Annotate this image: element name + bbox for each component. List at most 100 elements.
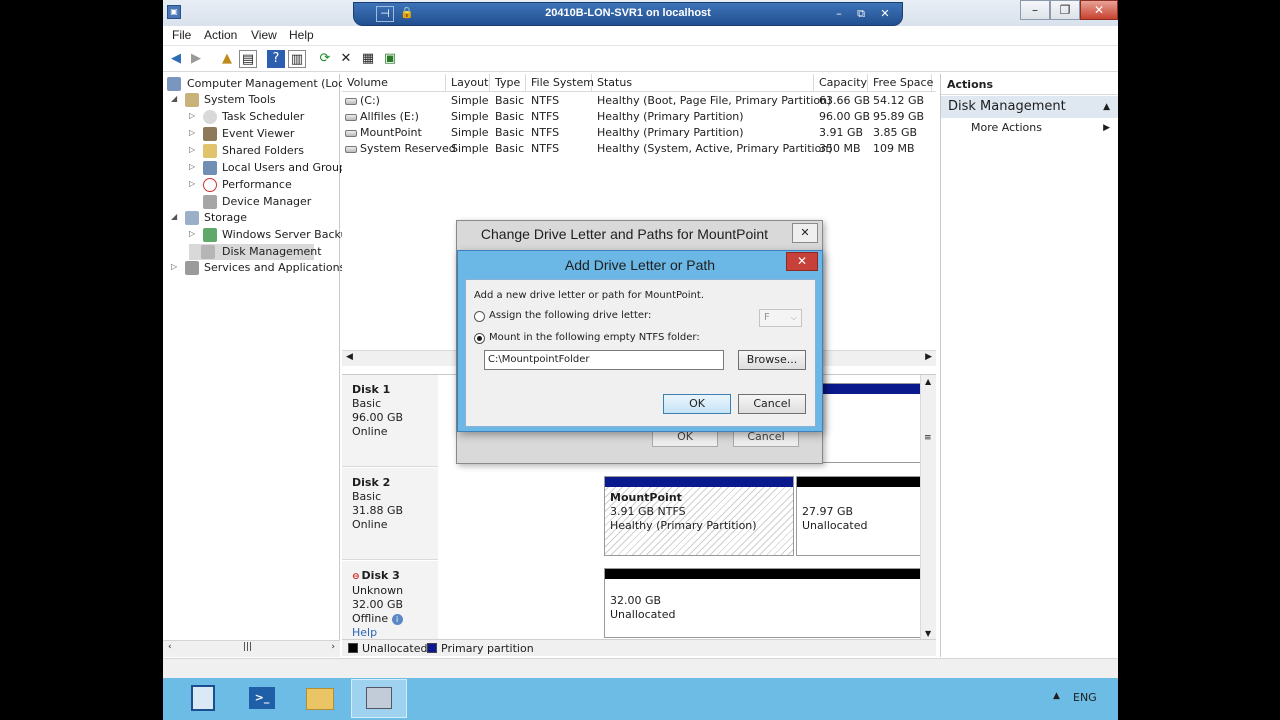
column-volume[interactable]: Volume [342,74,446,92]
drive-icon [345,129,357,137]
expand-icon[interactable]: ▷ [189,128,195,137]
table-row[interactable]: MountPoint Simple Basic NTFS Healthy (Pr… [342,125,936,141]
computer-management-button[interactable] [351,679,407,718]
scroll-right-icon[interactable]: ▶ [925,352,932,362]
expand-icon[interactable]: ▷ [189,229,195,238]
properties-icon[interactable]: ▦ [359,50,377,68]
cancel-button[interactable]: Cancel [738,394,806,414]
assign-letter-label[interactable]: Assign the following drive letter: [489,310,651,321]
mount-folder-label[interactable]: Mount in the following empty NTFS folder… [489,332,700,343]
column-layout[interactable]: Layout [446,74,490,92]
actions-section-disk-management[interactable]: Disk Management ▲ [941,96,1118,118]
language-indicator[interactable]: ENG [1073,691,1097,704]
table-row[interactable]: System Reserved Simple Basic NTFS Health… [342,141,936,157]
dialog-close-button[interactable]: ✕ [792,223,818,243]
tray-expand-icon[interactable]: ▲ [1053,691,1060,701]
show-hide-action-icon[interactable]: ▥ [288,50,306,68]
rescan-icon[interactable]: ▣ [381,50,399,68]
chevron-down-icon: ⌵ [790,313,797,322]
toolbar: ◀ ▶ ▲ ▤ ? ▥ ⟳ ✕ ▦ ▣ [163,46,1118,72]
file-explorer-button[interactable] [293,679,349,718]
expand-icon[interactable]: ▷ [171,262,177,271]
browse-button[interactable]: Browse... [738,350,806,370]
scroll-up-icon[interactable]: ▲ [925,377,931,386]
dialog-prompt: Add a new drive letter or path for Mount… [474,290,704,301]
column-file-system[interactable]: File System [526,74,594,92]
column-free-space[interactable]: Free Space [868,74,933,92]
maximize-button[interactable]: ❐ [1050,0,1080,20]
more-actions[interactable]: More Actions ▶ [941,118,1118,138]
column-capacity[interactable]: Capacity [814,74,868,92]
column-status[interactable]: Status [592,74,814,92]
disk-management-icon [201,245,215,259]
minimize-button[interactable]: – [1020,0,1050,20]
powershell-button[interactable]: >_ [235,679,291,718]
scroll-down-icon[interactable]: ▼ [925,629,931,638]
dialog-title: Change Drive Letter and Paths for MountP… [480,226,769,242]
close-icon[interactable]: ✕ [876,7,894,23]
table-row[interactable]: (C:) Simple Basic NTFS Healthy (Boot, Pa… [342,93,936,109]
help-link[interactable]: Help [352,626,438,639]
back-icon[interactable]: ◀ [167,50,185,68]
menu-bar: File Action View Help [163,26,1118,46]
server-manager-button[interactable] [177,679,233,718]
table-row[interactable]: Allfiles (E:) Simple Basic NTFS Healthy … [342,109,936,125]
show-hide-tree-icon[interactable]: ▤ [239,50,257,68]
expand-icon[interactable]: ▷ [189,162,195,171]
scroll-right-icon[interactable]: › [331,642,335,652]
add-drive-letter-dialog: Add Drive Letter or Path ✕ Add a new dri… [457,250,823,432]
disk-3-unallocated[interactable]: 32.00 GB Unallocated [604,568,936,638]
tree-horizontal-scrollbar[interactable]: ‹ ||| › [163,640,340,657]
column-type[interactable]: Type [490,74,526,92]
scroll-left-icon[interactable]: ‹ [168,642,172,652]
disk-3-label[interactable]: ⊖ Disk 3 Unknown 32.00 GB Offline i Help [342,561,438,639]
collapse-icon[interactable]: ◢ [171,94,177,103]
expand-icon[interactable]: ▷ [189,179,195,188]
ok-button[interactable]: OK [663,394,731,414]
tree-item-disk-management[interactable]: Disk Management [189,244,322,260]
refresh-icon[interactable]: ⟳ [316,50,334,68]
expand-icon[interactable]: ▷ [189,145,195,154]
drive-icon [345,145,357,153]
menu-action[interactable]: Action [204,28,237,42]
delete-icon[interactable]: ✕ [337,50,355,68]
help-icon[interactable]: ? [267,50,285,68]
unallocated-space[interactable]: 27.97 GB Unallocated [796,476,936,556]
disk-1-label[interactable]: Disk 1 Basic 96.00 GB Online [342,375,438,467]
menu-view[interactable]: View [251,28,277,42]
clock-icon [203,110,217,124]
scroll-thumb-icon[interactable]: ||| [243,642,252,652]
expand-icon[interactable]: ▷ [189,111,195,120]
collapse-icon[interactable]: ▲ [1103,96,1110,118]
menu-help[interactable]: Help [289,28,314,42]
minimize-icon[interactable]: – [830,7,848,23]
up-folder-icon[interactable]: ▲ [218,50,236,68]
restore-icon[interactable]: ⧉ [852,7,870,23]
mountpoint-partition[interactable]: MountPoint 3.91 GB NTFS Healthy (Primary… [604,476,794,556]
dialog-body: Add a new drive letter or path for Mount… [465,279,816,427]
menu-file[interactable]: File [172,28,191,42]
dialog-title: Add Drive Letter or Path [564,257,716,273]
scroll-thumb-icon[interactable]: ≡ [924,433,932,443]
folder-icon [306,688,334,710]
forward-icon[interactable]: ▶ [187,50,205,68]
info-icon[interactable]: i [391,614,403,625]
disk-2-label[interactable]: Disk 2 Basic 31.88 GB Online [342,468,438,560]
dialog-close-button[interactable]: ✕ [786,252,818,271]
drive-letter-select[interactable]: F ⌵ [759,309,802,327]
close-button[interactable]: ✕ [1080,0,1118,20]
vm-screen: ▣ ⊣ 🔒 20410B-LON-SVR1 on localhost – ⧉ ✕… [163,0,1118,720]
disk-view-scrollbar[interactable]: ▲ ≡ ▼ [920,375,936,639]
app-icon: ▣ [167,5,181,19]
mount-folder-radio[interactable] [474,333,485,344]
folder-path-input[interactable]: C:\MountpointFolder [484,350,724,370]
vm-connection-bar: ⊣ 🔒 20410B-LON-SVR1 on localhost – ⧉ ✕ [353,2,903,26]
collapse-icon[interactable]: ◢ [171,212,177,221]
primary-swatch [427,643,437,653]
assign-letter-radio[interactable] [474,311,485,322]
scroll-left-icon[interactable]: ◀ [346,352,353,362]
vm-title: 20410B-LON-SVR1 on localhost [545,7,711,19]
offline-disk-icon: ⊖ [352,572,360,582]
vm-titlebar: ▣ ⊣ 🔒 20410B-LON-SVR1 on localhost – ⧉ ✕… [163,0,1118,28]
storage-icon [185,211,199,225]
